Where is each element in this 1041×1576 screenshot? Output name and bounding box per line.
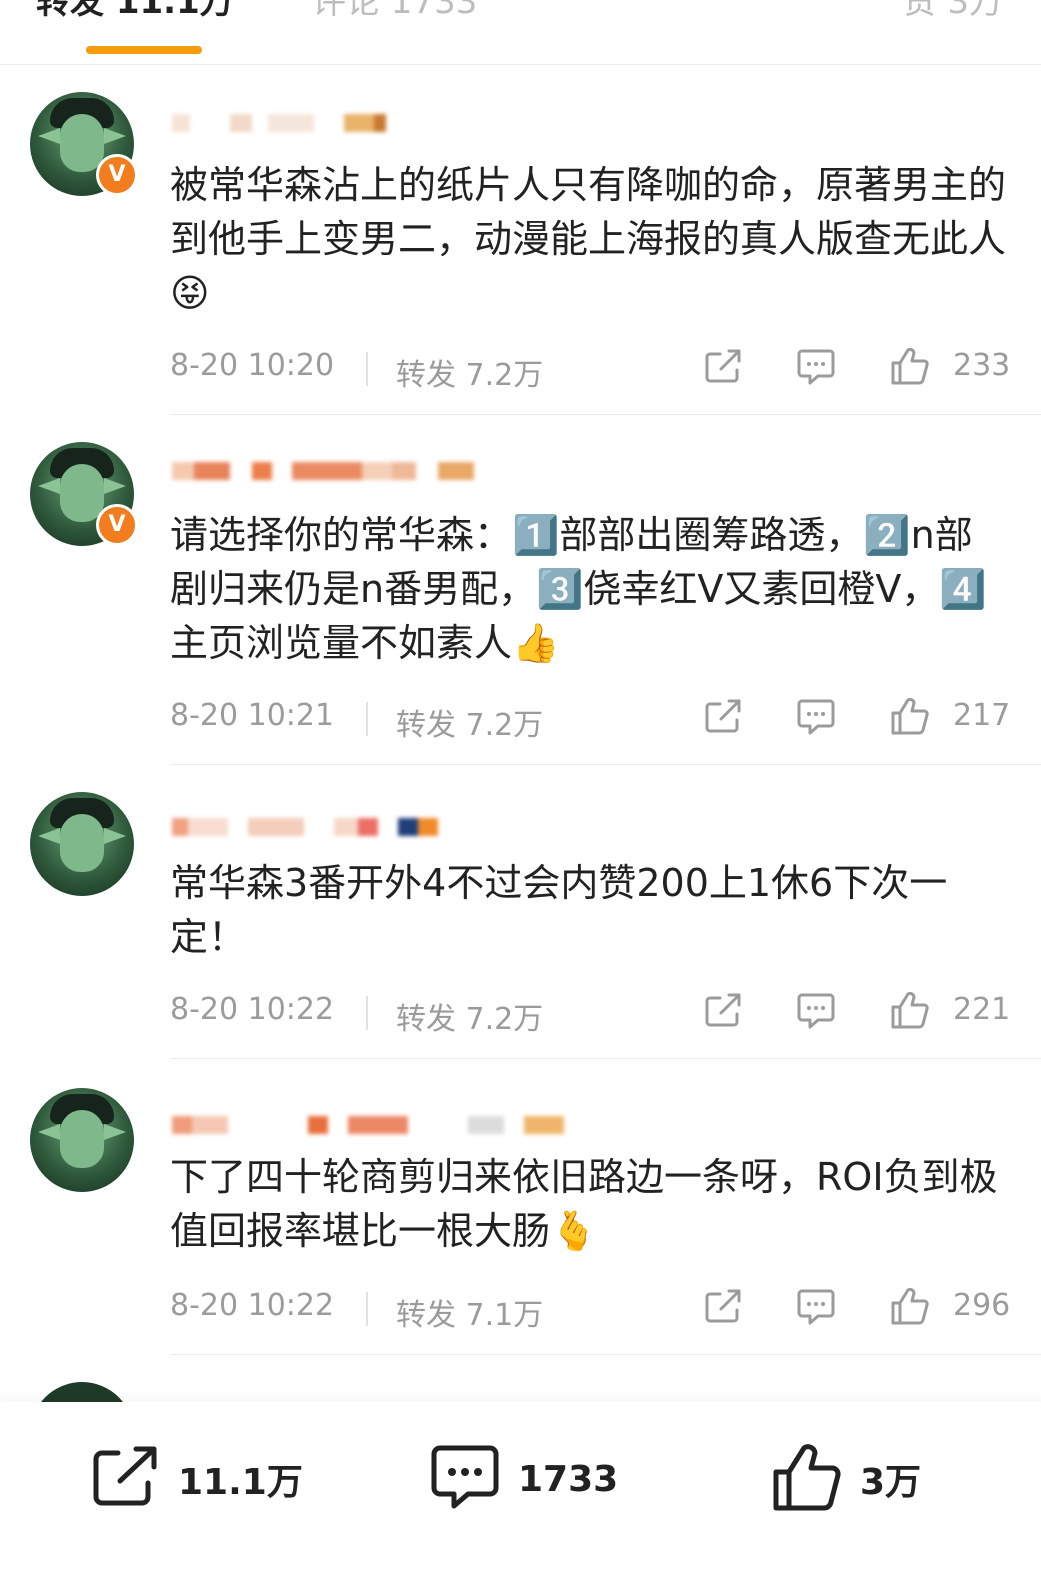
- comment-time: 8-20 10:22: [170, 1288, 335, 1323]
- divider: [366, 996, 368, 1030]
- divider: [366, 702, 368, 736]
- comment-divider: [170, 1354, 1041, 1355]
- repost-count[interactable]: 转发 7.2万: [396, 700, 543, 744]
- like-count: 217: [953, 698, 1011, 733]
- emoji: 🫰: [550, 1209, 598, 1253]
- verified-badge: V: [96, 154, 138, 196]
- thumbs-up-icon[interactable]: [890, 696, 930, 744]
- comment-icon[interactable]: [796, 1288, 836, 1334]
- repost-count[interactable]: 转发 7.2万: [396, 350, 543, 394]
- thumbs-up-icon[interactable]: [890, 1286, 930, 1334]
- tab-likes[interactable]: 赞 3万: [903, 0, 1003, 24]
- comment-meta: 8-20 10:20 转发 7.2万 233: [170, 347, 1011, 393]
- comment-text: 被常华森沾上的纸片人只有降咖的命，原著男主的到他手上变男二，动漫能上海报的真人版…: [170, 158, 1010, 320]
- thumbs-up-icon[interactable]: [890, 346, 930, 394]
- avatar[interactable]: [30, 792, 134, 896]
- avatar[interactable]: [30, 1088, 134, 1192]
- username-blurred[interactable]: [172, 110, 386, 136]
- like-count: 3万: [860, 1462, 922, 1503]
- username-blurred[interactable]: [172, 1112, 564, 1138]
- verified-badge: V: [96, 504, 138, 546]
- comment-time: 8-20 10:20: [170, 348, 335, 383]
- repost-count: 11.1万: [178, 1462, 303, 1503]
- comment-divider: [170, 764, 1041, 765]
- comment-meta: 8-20 10:21 转发 7.2万 217: [170, 697, 1011, 743]
- username-blurred[interactable]: [172, 458, 474, 484]
- comment-count: 1733: [518, 1458, 619, 1500]
- repost-button[interactable]: 11.1万: [90, 1444, 303, 1514]
- divider: [366, 352, 368, 386]
- comment-time: 8-20 10:21: [170, 698, 335, 733]
- share-icon[interactable]: [704, 992, 744, 1036]
- share-icon[interactable]: [704, 348, 744, 392]
- comment-divider: [170, 1058, 1041, 1059]
- thumbs-up-icon: [772, 1442, 842, 1516]
- comment-divider: [170, 414, 1041, 415]
- comment-text: 下了四十轮商剪归来依旧路边一条呀，ROI负到极值回报率堪比一根大肠🫰: [170, 1150, 1010, 1258]
- comment-button[interactable]: 1733: [430, 1444, 618, 1514]
- active-tab-indicator: [86, 46, 202, 54]
- tab-repost[interactable]: 转发 11.1万: [36, 0, 234, 24]
- tab-bar: 转发 11.1万 评论 1733 赞 3万: [0, 0, 1041, 65]
- comment-icon[interactable]: [796, 992, 836, 1038]
- share-icon[interactable]: [704, 698, 744, 742]
- thumbs-up-icon[interactable]: [890, 990, 930, 1038]
- emoji: 😝: [170, 271, 210, 315]
- like-count: 233: [953, 348, 1011, 383]
- repost-count[interactable]: 转发 7.2万: [396, 994, 543, 1038]
- share-icon[interactable]: [704, 1288, 744, 1332]
- repost-count[interactable]: 转发 7.1万: [396, 1290, 543, 1334]
- like-count: 296: [953, 1288, 1011, 1323]
- comment-text: 常华森3番开外4不过会内赞200上1休6下次一定！: [170, 861, 948, 959]
- bottom-action-bar: 11.1万 1733 3万: [0, 1402, 1041, 1576]
- emoji: 👍: [512, 621, 560, 665]
- tab-comments[interactable]: 评论 1733: [312, 0, 477, 24]
- comment-meta: 8-20 10:22 转发 7.2万 221: [170, 991, 1011, 1037]
- like-button[interactable]: 3万: [772, 1444, 921, 1514]
- comment-icon: [430, 1444, 500, 1514]
- comment-icon[interactable]: [796, 348, 836, 394]
- comment-meta: 8-20 10:22 转发 7.1万 296: [170, 1287, 1011, 1333]
- comment-icon[interactable]: [796, 698, 836, 744]
- comment-time: 8-20 10:22: [170, 992, 335, 1027]
- divider: [366, 1292, 368, 1326]
- share-icon: [90, 1445, 160, 1513]
- username-blurred[interactable]: [172, 814, 438, 840]
- like-count: 221: [953, 992, 1011, 1027]
- comment-text: 请选择你的常华森：1️⃣部部出圈筹路透，2️⃣n部剧归来仍是n番男配，3️⃣侥幸…: [170, 508, 1010, 670]
